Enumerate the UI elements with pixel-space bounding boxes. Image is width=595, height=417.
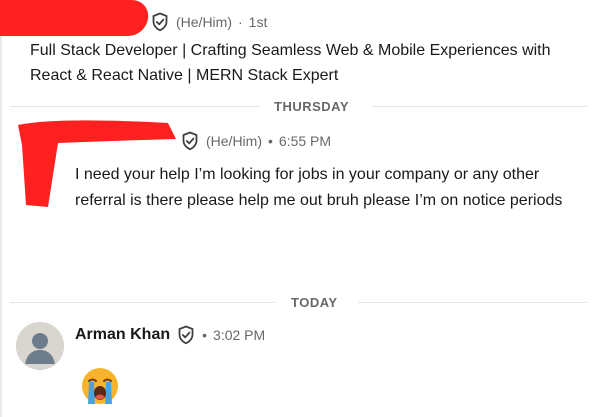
profile-meta-row: (He/Him) · 1st: [150, 10, 267, 34]
loudly-crying-face-icon: [82, 368, 118, 404]
profile-headline: Full Stack Developer | Crafting Seamless…: [30, 42, 551, 84]
verified-badge-icon: [180, 131, 200, 151]
sender-row: Arman Khan • 3:02 PM: [75, 323, 265, 347]
day-divider-line-left: [10, 106, 260, 107]
bullet: •: [268, 133, 273, 149]
redacted-name-scribble: [0, 0, 150, 36]
verified-badge-icon: [176, 325, 196, 345]
day-divider-thursday: THURSDAY: [274, 99, 350, 114]
sender-name[interactable]: Arman Khan: [75, 326, 170, 344]
message-body: I need your help I’m looking for jobs in…: [75, 166, 563, 209]
message-timestamp: 3:02 PM: [213, 327, 266, 343]
day-divider-today: TODAY: [291, 295, 338, 310]
avatar[interactable]: [16, 322, 64, 370]
day-divider-line-right: [372, 106, 587, 107]
message-meta-row: (He/Him) • 6:55 PM: [180, 129, 331, 153]
separator-dot: ·: [238, 14, 243, 30]
pronouns: (He/Him): [206, 133, 262, 149]
day-divider-line-right: [358, 302, 587, 303]
pronouns: (He/Him): [176, 14, 232, 30]
default-avatar-icon: [16, 322, 64, 370]
conversation-left-border: [0, 0, 2, 417]
verified-badge-icon: [150, 12, 170, 32]
bullet: •: [202, 327, 208, 343]
message-timestamp: 6:55 PM: [278, 133, 332, 149]
connection-degree: 1st: [248, 14, 268, 30]
day-divider-line-left: [10, 302, 275, 303]
